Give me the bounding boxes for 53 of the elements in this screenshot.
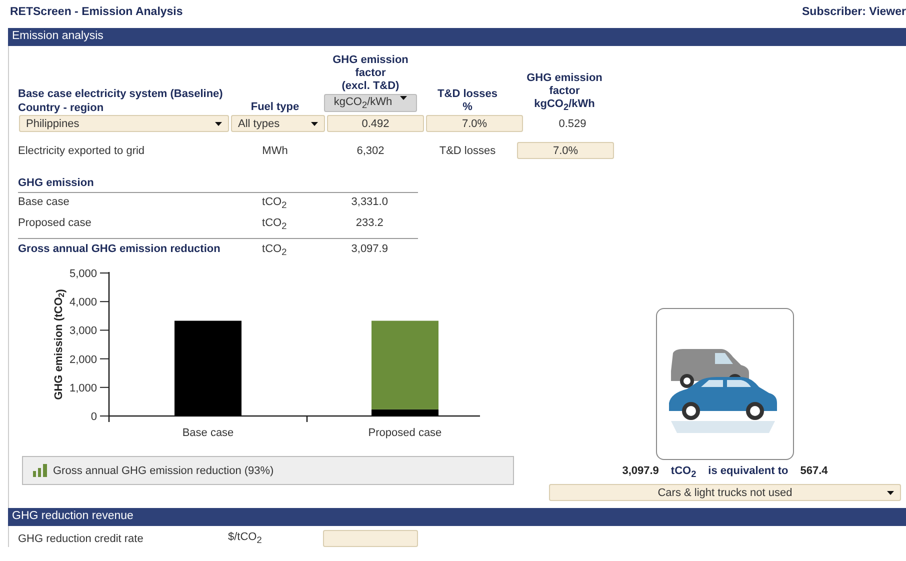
caret-icon [887,491,894,496]
unit-text: $/tCO$_{2}$ [228,531,263,546]
subscriber-label: Subscriber: Viewer [802,6,906,20]
section-title: Base case electricity system (Baseline) [18,88,224,100]
app-title: RETScreen - Emission Analysis [10,6,183,20]
column-header: T&D losses % [436,88,498,114]
input-field[interactable] [323,530,418,547]
tick-label: 0 [90,411,97,423]
equivalence-label: is equivalent to [708,465,788,479]
row-label: T&D losses [438,144,497,157]
unit-text: MWh [261,144,289,157]
input-field[interactable]: 7.0% [517,142,614,160]
bar-chart-icon [33,464,47,477]
value-text: 3,097.9 [622,465,659,479]
row-label: Electricity exported to grid [18,144,146,157]
section-header: GHG reduction revenue [8,508,906,526]
column-header: GHG emission factor kgCO$_{2}$/kWh [526,72,604,114]
caret-icon [311,122,318,126]
unit-text: tCO$_{2}$ [261,195,288,212]
input-field[interactable]: 0.492 [327,115,424,132]
row-label: GHG reduction credit rate [18,532,144,544]
caret-icon [215,122,222,126]
tick-label: 3,000 [69,325,97,338]
tick-label: 1,000 [69,382,97,394]
tick-label: 5,000 [69,268,97,280]
caret-icon [400,96,408,100]
column-header: Fuel type [250,101,300,114]
dropdown[interactable]: All types [231,115,325,132]
value-text: 233.2 [354,216,384,232]
unit-text: tCO$_{2}$ [261,242,288,259]
row-label: Base case [18,195,70,210]
row-label: Proposed case [18,216,92,232]
table-title: GHG emission [18,177,94,190]
column-header: Country - region [18,102,105,114]
category-label: Proposed case [368,427,442,439]
category-label: Base case [182,427,234,439]
row-label: Gross annual GHG emission reduction [18,242,222,257]
column-header: GHG emission factor (excl. T&D) [332,54,410,93]
tick-label: 4,000 [69,296,97,309]
unit-dropdown[interactable]: kgCO$_{2}$/kWh [324,94,417,112]
tick-label: 2,000 [69,354,97,366]
value-text: 3,097.9 [350,242,389,257]
value-text: 3,331.0 [350,195,389,210]
value-text: 6,302 [356,144,386,157]
section-header: Emission analysis [8,28,906,46]
input-field[interactable]: 7.0% [426,115,523,132]
dropdown[interactable]: Philippines [19,115,229,132]
unit-text: tCO$_{2}$ [261,216,288,234]
legend-label: Gross annual GHG emission reduction (93%) [53,464,274,476]
dropdown[interactable]: Cars & light trucks not used [549,484,901,502]
value-text: 567.4 [800,465,828,479]
value-text: 0.529 [558,118,588,130]
unit-text: tCO$_{2}$ [670,465,696,480]
